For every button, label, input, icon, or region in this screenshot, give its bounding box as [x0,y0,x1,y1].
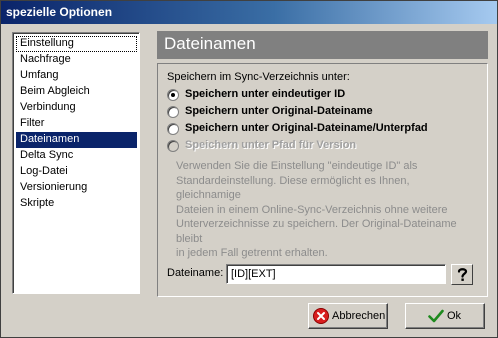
info-line: Dateien in einem Online-Sync-Verzeichnis… [176,203,448,216]
list-item-filter[interactable]: Filter [16,116,137,132]
radio-button[interactable] [167,123,179,135]
ok-label: Ok [447,310,462,322]
question-mark-icon [457,268,468,281]
group-label: Speichern im Sync-Verzeichnis unter: [167,71,350,83]
radio-label[interactable]: Speichern unter Original-Dateiname [185,105,373,117]
panel-header: Dateinamen [157,31,488,59]
radio-dot [171,93,175,97]
list-item-delta-sync[interactable]: Delta Sync [16,148,137,164]
checkmark-icon [428,309,444,323]
list-item-nachfrage[interactable]: Nachfrage [16,52,137,68]
cancel-label: Abbrechen [332,310,386,322]
list-item-log-datei[interactable]: Log-Datei [16,164,137,180]
category-list[interactable]: Einstellung Nachfrage Umfang Beim Abglei… [12,32,140,294]
cancel-x-icon [313,308,329,324]
info-text: Verwenden Sie die Einstellung "eindeutig… [176,159,476,261]
radio-button-checked[interactable] [167,89,179,101]
list-item-beim-abgleich[interactable]: Beim Abgleich [16,84,137,100]
info-line: Unterverzeichnisse zu speichern. Der Ori… [176,218,457,245]
filename-input[interactable] [226,264,446,284]
ok-button[interactable]: Ok [405,303,485,329]
list-item-verbindung[interactable]: Verbindung [16,100,137,116]
list-item-dateinamen[interactable]: Dateinamen [16,132,137,148]
list-item-umfang[interactable]: Umfang [16,68,137,84]
list-item-skripte[interactable]: Skripte [16,196,137,212]
window-title: spezielle Optionen [6,5,113,19]
radio-label[interactable]: Speichern unter eindeutiger ID [185,88,345,100]
list-item-einstellung[interactable]: Einstellung [16,36,137,52]
options-dialog: spezielle Optionen Einstellung Nachfrage… [0,0,498,338]
help-button[interactable] [451,264,473,285]
filename-label: Dateiname: [167,267,224,279]
cancel-button[interactable]: Abbrechen [308,303,388,329]
info-line: Standardeinstellung. Diese ermöglicht es… [176,174,410,202]
list-item-versionierung[interactable]: Versionierung [16,180,137,196]
info-line: in jedem Fall getrennt erhalten. [176,247,328,259]
panel-title: Dateinamen [164,34,256,53]
title-bar[interactable]: spezielle Optionen [1,1,497,24]
radio-label[interactable]: Speichern unter Original-Dateiname/Unter… [185,122,428,134]
radio-button[interactable] [167,106,179,118]
info-line: Verwenden Sie die Einstellung "eindeutig… [176,160,418,172]
radio-label-disabled: Speichern unter Pfad für Version [185,139,357,151]
radio-button-disabled [167,140,179,152]
